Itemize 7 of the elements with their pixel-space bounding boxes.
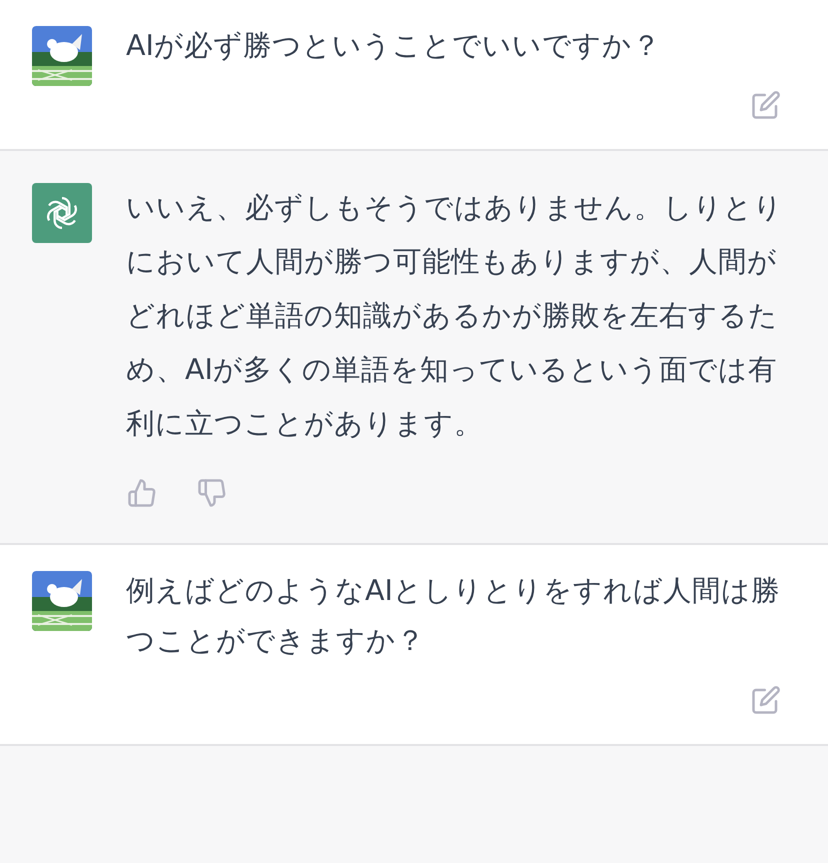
message-text: 例えばどのようなAIとしりとりをすれば人間は勝つことができますか？ [126,573,781,659]
thumbs-down-button[interactable] [196,477,228,509]
thumbs-up-button[interactable] [126,477,158,509]
message-text: AIが必ず勝つということでいいですか？ [126,28,662,64]
edit-button[interactable] [750,684,782,716]
edit-button[interactable] [750,89,782,121]
message-text: いいえ、必ずしもそうではありません。しりとりにおいて人間が勝つ可能性もありますが、人間がどれほど単語の知識があるかが勝敗を左右するため、AIが多くの単語を知っているという面では有利に立つことがあります。 [126,190,784,442]
